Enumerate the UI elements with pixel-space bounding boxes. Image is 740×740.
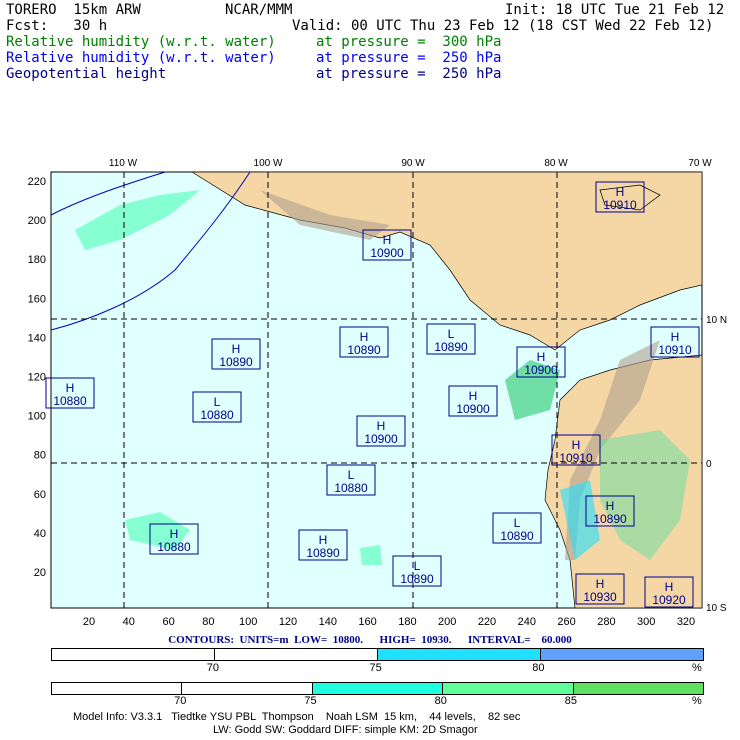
center-type: H [665, 580, 674, 594]
center-value: 10890 [306, 546, 340, 560]
lat-label: 0 [706, 459, 712, 470]
center-type: H [232, 342, 241, 356]
x-tick-label: 80 [202, 616, 214, 628]
y-tick-label: 140 [28, 332, 46, 344]
center-type: L [414, 559, 421, 573]
center-type: H [469, 389, 478, 403]
center-value: 10890 [593, 512, 627, 526]
center-value: 10880 [334, 481, 368, 495]
center-type: H [377, 419, 386, 433]
center-type: L [214, 395, 221, 409]
lat-label: 10 N [706, 315, 727, 326]
x-tick-label: 160 [358, 616, 376, 628]
x-tick-label: 40 [123, 616, 135, 628]
center-type: L [448, 327, 455, 341]
center-value: 10880 [200, 408, 234, 422]
center-type: H [383, 233, 392, 247]
x-tick-label: 220 [478, 616, 496, 628]
colorbar-label: 70 [206, 662, 219, 674]
colorbar-segment [443, 683, 574, 694]
lon-label: 70 W [688, 158, 712, 169]
colorbar-label: 70 [174, 695, 187, 707]
x-tick-label: 180 [398, 616, 416, 628]
center-type: L [348, 468, 355, 482]
x-tick-label: 60 [162, 616, 174, 628]
colorbar-segment [215, 649, 378, 660]
center-value: 10910 [559, 451, 593, 465]
x-tick-label: 200 [438, 616, 456, 628]
rh250-colorbar [51, 648, 704, 661]
colorbar-label: % [692, 695, 702, 707]
colorbar-label: 85 [564, 695, 578, 707]
colorbar-segment [541, 649, 703, 660]
center-type: L [514, 516, 521, 530]
center-value: 10890 [500, 529, 534, 543]
x-tick-label: 240 [518, 616, 536, 628]
colorbar-segment [182, 683, 313, 694]
contour-info: CONTOURS: UNITS=m LOW= 10800. HIGH= 1093… [168, 634, 572, 646]
physics-info: LW: Godd SW: Goddard DIFF: simple KM: 2D… [213, 724, 478, 736]
y-tick-label: 120 [28, 372, 46, 384]
x-tick-label: 100 [239, 616, 257, 628]
center-type: H [360, 330, 369, 344]
center-value: 10900 [364, 432, 398, 446]
center-value: 10900 [524, 363, 558, 377]
model-info: Model Info: V3.3.1 Tiedtke YSU PBL Thomp… [73, 711, 521, 723]
center-value: 10920 [652, 593, 686, 607]
center-type: H [537, 350, 546, 364]
colorbar-segment [52, 649, 215, 660]
y-tick-label: 80 [34, 450, 46, 462]
x-tick-label: 320 [677, 616, 695, 628]
lon-label: 110 W [109, 158, 138, 169]
center-value: 10900 [456, 402, 490, 416]
center-value: 10900 [370, 246, 404, 260]
lon-label: 80 W [544, 158, 568, 169]
colorbar-label: 75 [304, 695, 317, 707]
center-type: H [616, 185, 625, 199]
x-tick-label: 20 [83, 616, 95, 628]
center-value: 10890 [347, 343, 381, 357]
colorbar-segment [312, 683, 444, 694]
x-tick-label: 280 [597, 616, 615, 628]
center-value: 10910 [603, 198, 637, 212]
y-tick-label: 180 [28, 254, 46, 266]
center-value: 10890 [400, 572, 434, 586]
lon-label: 90 W [401, 158, 425, 169]
x-tick-label: 300 [637, 616, 655, 628]
colorbar-segment [573, 683, 704, 694]
lat-label: 10 S [706, 603, 727, 614]
x-tick-label: 140 [319, 616, 337, 628]
center-value: 10930 [583, 590, 617, 604]
center-value: 10890 [434, 340, 468, 354]
colorbar-segment [378, 649, 541, 660]
center-value: 10880 [53, 394, 87, 408]
y-tick-label: 60 [34, 489, 46, 501]
center-type: H [319, 533, 328, 547]
center-type: H [170, 527, 179, 541]
x-tick-label: 260 [557, 616, 575, 628]
weather-map: 110 W 100 W 90 W 80 W 70 W 10 N 0 10 S 220 200 180… [28, 158, 727, 628]
y-tick-label: 160 [28, 293, 46, 305]
center-value: 10880 [157, 540, 191, 554]
center-type: H [606, 499, 615, 513]
y-tick-label: 40 [34, 528, 46, 540]
center-value: 10890 [219, 355, 253, 369]
center-type: H [572, 438, 581, 452]
y-tick-label: 200 [28, 215, 46, 227]
colorbar-label: 75 [369, 662, 382, 674]
y-tick-label: 100 [28, 411, 46, 423]
colorbar-segment [52, 683, 183, 694]
center-type: H [66, 381, 75, 395]
center-type: H [596, 577, 605, 591]
rh300-colorbar [51, 682, 704, 695]
y-tick-label: 20 [34, 567, 46, 579]
colorbar-label: 80 [434, 695, 447, 707]
y-tick-label: 220 [28, 176, 46, 188]
center-type: H [671, 330, 680, 344]
colorbar-label: % [692, 662, 702, 674]
colorbar-label: 80 [532, 662, 545, 674]
center-value: 10910 [658, 343, 692, 357]
x-tick-label: 120 [279, 616, 297, 628]
lon-label: 100 W [254, 158, 283, 169]
